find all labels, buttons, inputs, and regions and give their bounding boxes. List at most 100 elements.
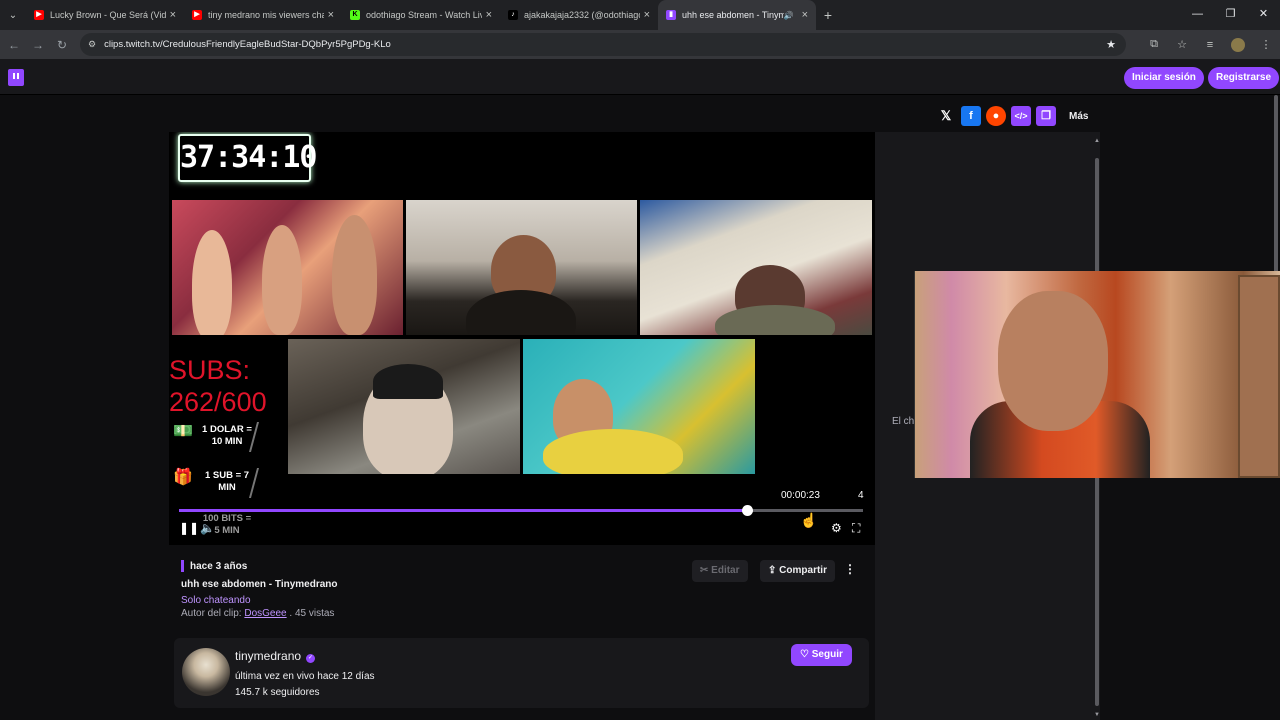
scroll-down-icon[interactable]: ▼ [1094, 712, 1100, 718]
window-controls: — ❐ ✕ [1181, 0, 1280, 30]
tab-title: Lucky Brown - Que Será (Video [50, 10, 166, 20]
progress-handle[interactable] [741, 505, 753, 516]
clip-author-link[interactable]: DosGeee [244, 608, 286, 619]
subs-count: 262/600 [169, 387, 267, 417]
back-icon[interactable]: ← [2, 38, 26, 52]
share-button[interactable]: ⇪ Compartir [760, 560, 835, 582]
embed-icon[interactable]: </> [1011, 106, 1031, 126]
media-icon[interactable]: ≡ [1196, 39, 1224, 51]
progress-fill [179, 509, 747, 512]
twitch-logo-icon[interactable] [8, 69, 24, 86]
subs-label: SUBS: [169, 355, 251, 385]
followers-count: 145.7 k seguidores [235, 687, 320, 698]
channel-card: tinymedrano ✓ última vez en vivo hace 12 … [174, 638, 869, 708]
mouse-cursor-icon: ☝ [800, 512, 818, 528]
camera-feed [523, 339, 755, 474]
twitch-icon: ▮ [666, 10, 676, 20]
camera-feed [288, 339, 520, 474]
bookmark-star-icon[interactable]: ★ [1106, 38, 1116, 51]
speaker-icon[interactable]: 🔊 [784, 11, 794, 20]
more-options-icon[interactable]: ⋮ [844, 562, 856, 576]
video-player[interactable]: 37:34:10 SUBS: 262/600 💵 1 DOLAR = 10 MI… [169, 132, 875, 545]
browser-tab-bar: ⌄ ▶ Lucky Brown - Que Será (Video × ▶ ti… [0, 0, 1280, 30]
camera-feed [640, 200, 872, 335]
tab-title: odothiago Stream - Watch Live [366, 10, 482, 20]
gift-icon: 🎁 [173, 469, 193, 486]
kick-icon: K [350, 10, 360, 20]
clip-category-link[interactable]: Solo chateando [181, 595, 251, 606]
browser-tab[interactable]: ♪ ajakakajaja2332 (@odothiago) × [500, 0, 658, 30]
url-text: clips.twitch.tv/CredulousFriendlyEagleBu… [104, 39, 391, 50]
clip-title: uhh ese abdomen - Tinymedrano [181, 579, 338, 590]
last-live: última vez en vivo hace 12 días [235, 671, 375, 682]
address-toolbar: ← → ↻ ⚙ clips.twitch.tv/CredulousFriendl… [0, 30, 1280, 59]
tab-title: ajakakajaja2332 (@odothiago) [524, 10, 640, 20]
fullscreen-icon[interactable]: ⛶ [852, 521, 860, 536]
edit-button[interactable]: ✂ Editar [692, 560, 748, 582]
avatar[interactable] [182, 648, 230, 696]
forward-icon[interactable]: → [26, 38, 50, 52]
browser-tab-active[interactable]: ▮ uhh ese abdomen - Tinyme 🔊 × [658, 0, 816, 30]
twitch-header: Iniciar sesión Registrarse [0, 59, 1280, 95]
url-bar[interactable]: ⚙ clips.twitch.tv/CredulousFriendlyEagle… [80, 33, 1126, 56]
youtube-icon: ▶ [192, 10, 202, 20]
profile-avatar[interactable] [1231, 37, 1245, 52]
login-button[interactable]: Iniciar sesión [1124, 67, 1204, 89]
background-door [1238, 275, 1280, 478]
volume-icon[interactable]: 🔈 [200, 521, 215, 535]
close-tab-icon[interactable]: × [486, 9, 492, 21]
menu-kebab-icon[interactable]: ⋮ [1252, 38, 1280, 51]
restore-icon[interactable]: ❐ [1214, 0, 1247, 30]
scissors-icon: ✂ [700, 565, 709, 576]
close-tab-icon[interactable]: × [170, 9, 176, 21]
camera-feed [406, 200, 637, 335]
new-tab-button[interactable]: + [816, 7, 840, 23]
pause-icon[interactable]: ❚❚ [179, 521, 199, 535]
webcam-person-face [998, 291, 1108, 431]
settings-gear-icon[interactable]: ⚙ [831, 521, 842, 535]
close-window-icon[interactable]: ✕ [1247, 0, 1280, 30]
accent-bar [181, 560, 184, 572]
browser-tab[interactable]: K odothiago Stream - Watch Live × [342, 0, 500, 30]
x-share-icon[interactable]: 𝕏 [936, 106, 956, 126]
close-tab-icon[interactable]: × [328, 9, 334, 21]
subs-overlay: SUBS: 262/600 [169, 354, 267, 418]
clip-views: . 45 vistas [289, 608, 335, 619]
bookmarks-icon[interactable]: ☆ [1168, 38, 1196, 51]
tab-title: tiny medrano mis viewers cham [208, 10, 324, 20]
facebook-share-icon[interactable]: f [961, 106, 981, 126]
extensions-area: ⧉ ☆ ≡ ⋮ [1140, 30, 1280, 59]
progress-bar[interactable] [179, 505, 863, 516]
player-number: 4 [858, 490, 864, 501]
webcam-overlay [914, 271, 1280, 478]
clip-age: hace 3 años [190, 561, 248, 572]
author-prefix: Autor del clip: [181, 608, 242, 619]
reddit-share-icon[interactable]: ● [986, 106, 1006, 126]
verified-icon: ✓ [306, 654, 316, 663]
stream-timer: 37:34:10 [178, 134, 318, 182]
site-info-icon[interactable]: ⚙ [88, 39, 96, 50]
scroll-up-icon[interactable]: ▲ [1094, 138, 1100, 144]
tab-title: uhh ese abdomen - Tinyme [682, 10, 784, 20]
close-tab-icon[interactable]: × [802, 9, 808, 21]
tiktok-icon: ♪ [508, 10, 518, 20]
share-icon: ⇪ [768, 565, 777, 576]
heart-icon: ♡ [800, 649, 809, 660]
follow-button[interactable]: ♡ Seguir [791, 644, 852, 666]
money-icon: 💵 [173, 423, 193, 440]
copy-link-icon[interactable]: ❐ [1036, 106, 1056, 126]
more-share-button[interactable]: Más [1069, 111, 1088, 122]
current-time: 00:00:23 [781, 490, 820, 501]
channel-name[interactable]: tinymedrano ✓ [235, 649, 316, 663]
browser-tab[interactable]: ▶ Lucky Brown - Que Será (Video × [26, 0, 184, 30]
minimize-icon[interactable]: — [1181, 0, 1214, 30]
browser-tab[interactable]: ▶ tiny medrano mis viewers cham × [184, 0, 342, 30]
reload-icon[interactable]: ↻ [50, 38, 74, 52]
tab-search-icon[interactable]: ⌄ [0, 0, 26, 30]
clip-author-line: Autor del clip: DosGeee . 45 vistas [181, 608, 334, 619]
extensions-icon[interactable]: ⧉ [1140, 38, 1168, 51]
close-tab-icon[interactable]: × [644, 9, 650, 21]
register-button[interactable]: Registrarse [1208, 67, 1280, 89]
share-row: 𝕏 f ● </> ❐ Más [936, 106, 1088, 126]
youtube-icon: ▶ [34, 10, 44, 20]
